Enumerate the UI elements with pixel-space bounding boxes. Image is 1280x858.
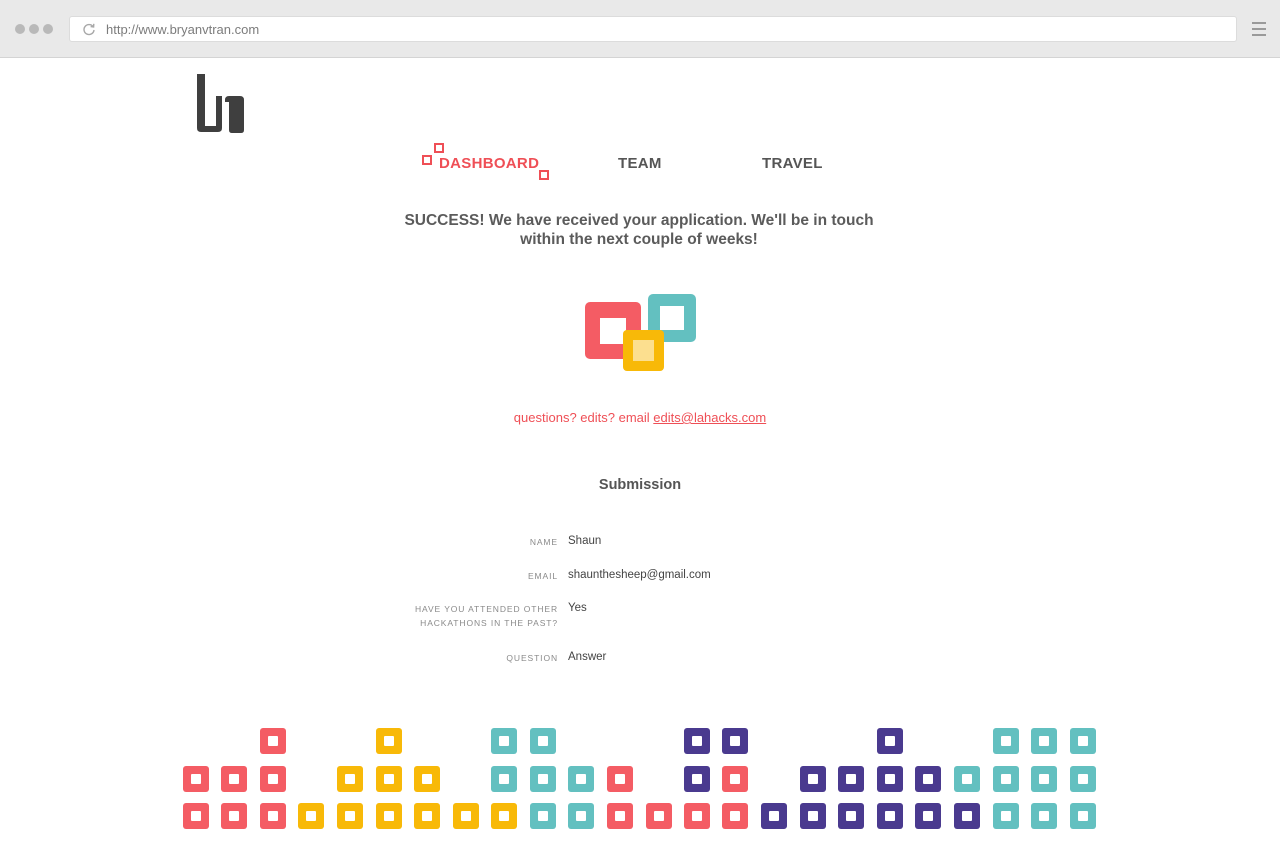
decorative-block-skyline — [0, 720, 1280, 840]
decorative-block — [915, 766, 941, 792]
decorative-block — [1070, 728, 1096, 754]
decorative-block — [838, 803, 864, 829]
decorative-block — [722, 803, 748, 829]
reload-icon[interactable] — [82, 22, 96, 36]
decorative-block — [722, 728, 748, 754]
decorative-block — [376, 728, 402, 754]
nav-travel[interactable]: TRAVEL — [762, 155, 823, 172]
decorative-block — [607, 803, 633, 829]
close-window-button[interactable] — [15, 24, 25, 34]
decorative-block — [1070, 803, 1096, 829]
hackathons-label: HAVE YOU ATTENDED OTHER HACKATHONS IN TH… — [408, 602, 558, 630]
decorative-block — [298, 803, 324, 829]
decorative-block — [915, 803, 941, 829]
decorative-block — [568, 803, 594, 829]
hackathons-label-line-2: HACKATHONS IN THE PAST? — [420, 618, 558, 628]
decorative-block — [221, 766, 247, 792]
url-text: http://www.bryanvtran.com — [106, 22, 260, 37]
decorative-block — [646, 803, 672, 829]
decorative-block — [684, 766, 710, 792]
decorative-block — [1031, 766, 1057, 792]
decorative-block — [183, 766, 209, 792]
question-value: Answer — [568, 651, 607, 663]
decorative-block — [607, 766, 633, 792]
email-label: EMAIL — [527, 571, 558, 581]
decorative-block — [877, 803, 903, 829]
submission-title: Submission — [598, 477, 682, 493]
decorative-block — [877, 766, 903, 792]
decorative-block — [376, 803, 402, 829]
success-message: SUCCESS! We have received your applicati… — [340, 211, 938, 249]
decorative-block — [722, 766, 748, 792]
decorative-block — [414, 766, 440, 792]
name-value: Shaun — [568, 535, 602, 547]
decorative-block — [337, 766, 363, 792]
browser-menu-icon[interactable] — [1252, 22, 1266, 36]
decorative-block — [761, 803, 787, 829]
decorative-block — [530, 728, 556, 754]
nav-dashboard[interactable]: DASHBOARD — [439, 155, 539, 172]
question-label: QUESTION — [506, 653, 558, 663]
contact-line: questions? edits? email edits@lahacks.co… — [340, 410, 940, 425]
success-line-2: within the next couple of weeks! — [520, 231, 758, 248]
name-label: NAME — [529, 537, 558, 547]
decorative-block — [954, 803, 980, 829]
decorative-block — [1070, 766, 1096, 792]
lahacks-logo[interactable] — [196, 72, 246, 134]
decorative-block — [1031, 803, 1057, 829]
success-line-1: SUCCESS! We have received your applicati… — [404, 212, 874, 229]
window-controls — [15, 24, 53, 34]
hackathons-value: Yes — [568, 602, 587, 614]
decorative-block — [491, 803, 517, 829]
decorative-block — [993, 803, 1019, 829]
decorative-block — [260, 803, 286, 829]
decorative-block — [260, 728, 286, 754]
email-value: shaunthesheep@gmail.com — [568, 569, 711, 581]
decorative-block — [491, 728, 517, 754]
decorative-block — [877, 728, 903, 754]
minimize-window-button[interactable] — [29, 24, 39, 34]
browser-chrome: http://www.bryanvtran.com — [0, 0, 1280, 58]
address-bar[interactable]: http://www.bryanvtran.com — [69, 16, 1237, 42]
decorative-block — [684, 803, 710, 829]
decorative-block — [800, 803, 826, 829]
decorative-block — [684, 728, 710, 754]
decorative-block — [993, 766, 1019, 792]
decorative-block — [376, 766, 402, 792]
contact-prefix: questions? edits? email — [513, 410, 654, 425]
decorative-block — [183, 803, 209, 829]
nav-team[interactable]: TEAM — [618, 155, 662, 172]
nav-active-decoration — [422, 155, 432, 165]
decorative-block — [800, 766, 826, 792]
decorative-block — [838, 766, 864, 792]
decorative-block — [337, 803, 363, 829]
decorative-block — [260, 766, 286, 792]
hero-squares-graphic — [585, 294, 696, 371]
decorative-block — [993, 728, 1019, 754]
decorative-block — [954, 766, 980, 792]
decorative-block — [221, 803, 247, 829]
main-nav: DASHBOARD TEAM TRAVEL — [0, 143, 1280, 180]
nav-active-decoration — [434, 143, 444, 153]
maximize-window-button[interactable] — [43, 24, 53, 34]
decorative-block — [530, 803, 556, 829]
decorative-block — [491, 766, 517, 792]
decorative-block — [1031, 728, 1057, 754]
hackathons-label-line-1: HAVE YOU ATTENDED OTHER — [414, 604, 558, 614]
decorative-block — [414, 803, 440, 829]
nav-active-decoration — [539, 170, 549, 180]
decorative-block — [568, 766, 594, 792]
decorative-block — [530, 766, 556, 792]
decorative-block — [453, 803, 479, 829]
contact-email-link[interactable]: edits@lahacks.com — [653, 410, 766, 425]
